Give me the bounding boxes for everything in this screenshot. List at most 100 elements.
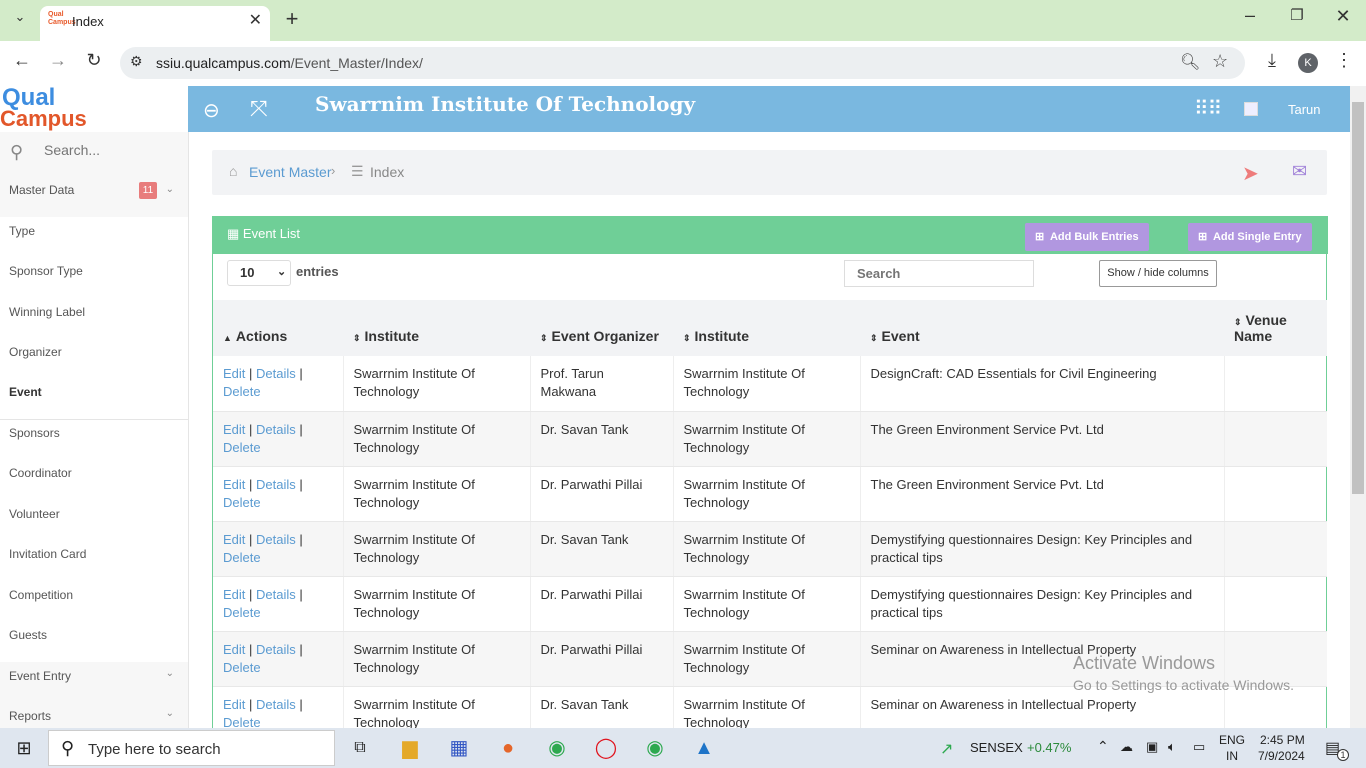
- column-header-event-organizer[interactable]: ⇕ Event Organizer: [530, 300, 673, 356]
- details-link[interactable]: Details: [256, 642, 296, 657]
- sidebar-item-event-entry[interactable]: Event Entry: [0, 662, 188, 702]
- user-name[interactable]: Tarun: [1288, 102, 1321, 117]
- column-header-event[interactable]: ⇕ Event: [860, 300, 1224, 356]
- tab-search-chevron-icon[interactable]: ⌄: [8, 9, 32, 25]
- details-link[interactable]: Details: [256, 587, 296, 602]
- opera-icon[interactable]: ◯: [594, 736, 618, 760]
- back-icon[interactable]: ←: [10, 50, 34, 71]
- new-tab-icon[interactable]: +: [280, 6, 304, 32]
- qualcampus-logo[interactable]: Qual Campus: [0, 86, 188, 132]
- chevron-up-icon[interactable]: ⌃: [1097, 738, 1109, 755]
- sidebar-item-sponsor-type[interactable]: Sponsor Type: [0, 251, 188, 291]
- details-link[interactable]: Details: [256, 366, 296, 381]
- avatar[interactable]: [1244, 102, 1258, 116]
- browser-menu-icon[interactable]: ⋮: [1332, 50, 1356, 71]
- zoom-icon[interactable]: 🔍︎: [1180, 52, 1200, 72]
- minimize-icon[interactable]: –: [1238, 5, 1262, 26]
- download-icon[interactable]: ⤓: [1260, 50, 1284, 71]
- sensex-label[interactable]: SENSEX: [970, 740, 1023, 755]
- breadcrumb-event-master[interactable]: Event Master: [249, 164, 331, 180]
- search-icon: ⚲: [61, 738, 75, 758]
- windows-start-icon[interactable]: ⊞: [12, 736, 36, 760]
- length-control: 10 ⌄ entries: [227, 260, 339, 286]
- tab-close-icon[interactable]: ✕: [249, 10, 262, 30]
- institute2-cell: Swarrnim Institute Of Technology: [672, 466, 860, 522]
- delete-link[interactable]: Delete: [223, 715, 261, 729]
- add-bulk-entries-button[interactable]: ⊞ Add Bulk Entries: [1025, 223, 1149, 251]
- omnibox[interactable]: ⚙ ssiu.qualcampus.com/Event_Master/Index…: [120, 47, 1245, 79]
- forward-icon[interactable]: →: [46, 50, 70, 71]
- profile-avatar[interactable]: K: [1298, 53, 1318, 73]
- sidebar-search-input[interactable]: [44, 142, 174, 158]
- sensex-value[interactable]: +0.47%: [1027, 740, 1071, 755]
- details-link[interactable]: Details: [256, 697, 296, 712]
- restore-icon[interactable]: ❐: [1285, 6, 1309, 24]
- bookmark-star-icon[interactable]: ☆: [1212, 51, 1228, 72]
- sidebar-item-event[interactable]: Event: [0, 372, 188, 412]
- site-info-icon[interactable]: ⚙: [130, 53, 143, 70]
- add-single-entry-button[interactable]: ⊞ Add Single Entry: [1188, 223, 1312, 251]
- chrome-profile-icon[interactable]: ◉: [643, 736, 667, 760]
- apps-grid-icon[interactable]: ⠿⠿: [1194, 96, 1222, 121]
- delete-link[interactable]: Delete: [223, 440, 261, 455]
- browser-tab[interactable]: Qual Campus Index ✕: [40, 6, 270, 41]
- column-header-institute-2[interactable]: ⇕ Institute: [673, 300, 860, 356]
- delete-link[interactable]: Delete: [223, 550, 261, 565]
- delete-link[interactable]: Delete: [223, 605, 261, 620]
- show-hide-columns-button[interactable]: Show / hide columns: [1099, 260, 1217, 287]
- sidebar-item-guests[interactable]: Guests: [0, 615, 188, 655]
- sidebar-item-reports[interactable]: Reports: [0, 702, 188, 728]
- chrome-icon[interactable]: ◉: [545, 736, 569, 760]
- language-code[interactable]: ENG: [1219, 733, 1245, 747]
- sidebar-item-volunteer[interactable]: Volunteer: [0, 494, 188, 534]
- send-icon[interactable]: ➤: [1242, 161, 1259, 186]
- sidebar-item-winning-label[interactable]: Winning Label: [0, 292, 188, 332]
- sidebar-item-sponsors[interactable]: Sponsors: [0, 413, 188, 453]
- sidebar-item-coordinator[interactable]: Coordinator: [0, 453, 188, 493]
- edit-link[interactable]: Edit: [223, 587, 245, 602]
- edit-link[interactable]: Edit: [223, 642, 245, 657]
- firefox-icon[interactable]: ●: [496, 736, 520, 760]
- panel-title: Event List: [242, 226, 301, 241]
- edit-link[interactable]: Edit: [223, 422, 245, 437]
- sidebar-item-master-data[interactable]: Master Data: [0, 170, 188, 217]
- details-link[interactable]: Details: [256, 532, 296, 547]
- delete-link[interactable]: Delete: [223, 660, 261, 675]
- edit-link[interactable]: Edit: [223, 366, 245, 381]
- meet-icon[interactable]: ▣: [1146, 739, 1158, 755]
- edit-link[interactable]: Edit: [223, 532, 245, 547]
- volume-icon[interactable]: 🔈︎: [1168, 739, 1176, 755]
- task-view-icon[interactable]: ⧉: [348, 736, 372, 760]
- taskbar-search[interactable]: ⚲ Type here to search: [48, 730, 335, 766]
- scrollbar-thumb[interactable]: [1352, 102, 1364, 494]
- mail-icon[interactable]: ✉: [1292, 161, 1307, 182]
- region-code[interactable]: IN: [1226, 749, 1238, 763]
- delete-link[interactable]: Delete: [223, 384, 261, 399]
- details-link[interactable]: Details: [256, 477, 296, 492]
- column-header-institute[interactable]: ⇕ Institute: [343, 300, 530, 356]
- column-header-actions[interactable]: ▲ Actions: [213, 300, 343, 356]
- table-search-input[interactable]: [844, 260, 1034, 287]
- store-icon[interactable]: ▦: [447, 736, 471, 760]
- sidebar-item-invitation-card[interactable]: Invitation Card: [0, 534, 188, 574]
- delete-link[interactable]: Delete: [223, 495, 261, 510]
- window-close-icon[interactable]: ✕: [1331, 6, 1355, 27]
- display-icon[interactable]: ▭: [1193, 739, 1205, 755]
- back-circle-icon[interactable]: ⊖: [203, 98, 220, 123]
- edit-link[interactable]: Edit: [223, 697, 245, 712]
- sidebar-item-competition[interactable]: Competition: [0, 575, 188, 615]
- details-link[interactable]: Details: [256, 422, 296, 437]
- sidebar-item-organizer[interactable]: Organizer: [0, 332, 188, 372]
- column-header-venue-name[interactable]: ⇕ Venue Name: [1224, 300, 1327, 356]
- reload-icon[interactable]: ↻: [82, 50, 106, 71]
- page-length-select[interactable]: 10 ⌄: [227, 260, 291, 286]
- edit-link[interactable]: Edit: [223, 477, 245, 492]
- network-icon[interactable]: ☁: [1120, 739, 1133, 755]
- clock-time[interactable]: 2:45 PM: [1260, 733, 1305, 747]
- clock-date[interactable]: 7/9/2024: [1258, 749, 1305, 763]
- sidebar-item-type[interactable]: Type: [0, 211, 188, 251]
- page-scrollbar[interactable]: [1350, 86, 1366, 728]
- file-explorer-icon[interactable]: ▆: [398, 736, 422, 760]
- photos-icon[interactable]: ▲: [692, 736, 716, 760]
- fullscreen-icon[interactable]: ⤧: [250, 96, 268, 122]
